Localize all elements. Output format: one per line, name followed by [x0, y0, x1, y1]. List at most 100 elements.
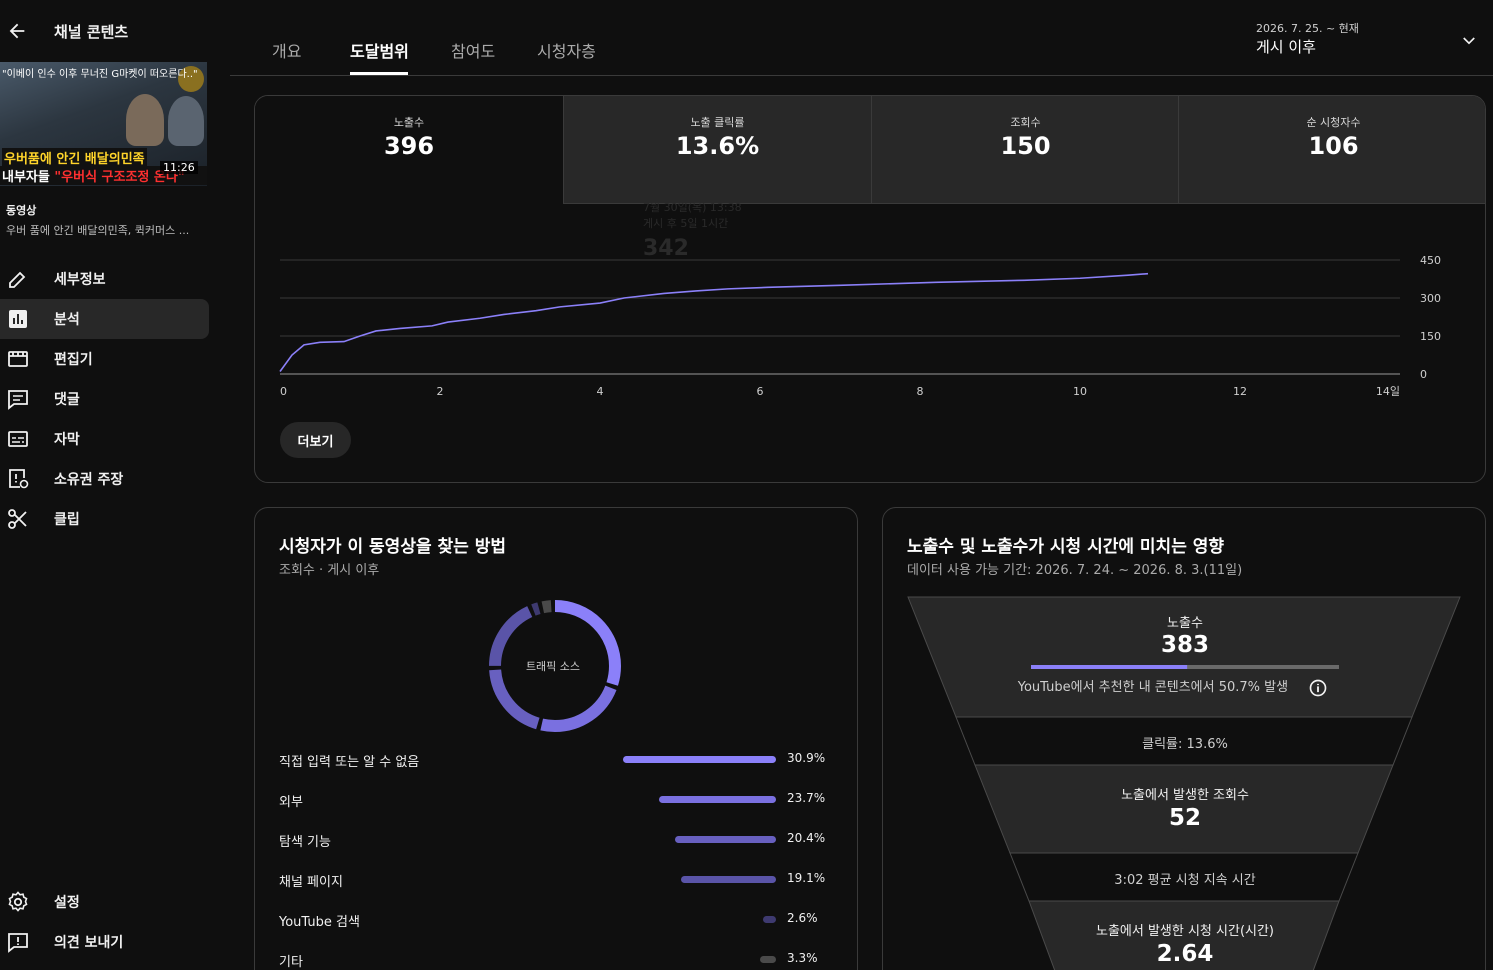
- y-tick-label: 450: [1420, 254, 1441, 267]
- card-subtitle: 조회수 · 게시 이후: [279, 563, 380, 578]
- traffic-source-row[interactable]: 직접 입력 또는 알 수 없음 30.9%: [279, 751, 839, 771]
- video-thumbnail[interactable]: "이베이 인수 이후 무너진 G마켓이 떠오른다.." 우버품에 안긴 배달의민…: [0, 62, 207, 186]
- pencil-icon: [9, 271, 26, 288]
- thumbnail-banner-line1: 우버품에 안긴 배달의민족: [2, 148, 147, 167]
- sidebar-item-clips[interactable]: 클립: [0, 499, 209, 539]
- editor-icon: [8, 351, 28, 367]
- traffic-source-label: 외부: [279, 795, 303, 810]
- funnel-avg-duration: 3:02 평균 시청 지속 시간: [1114, 873, 1256, 888]
- video-title: 우버 품에 안긴 배달의민족, 퀵커머스 ...: [6, 224, 190, 237]
- gear-icon: [8, 891, 28, 912]
- tab-audience[interactable]: 시청자층: [537, 38, 596, 62]
- sidebar-item-label: 클립: [54, 512, 80, 528]
- feedback-icon: [8, 933, 28, 953]
- y-tick-label: 150: [1420, 330, 1441, 343]
- studio-app: 채널 콘텐츠 "이베이 인수 이후 무너진 G마켓이 떠오른다.." 우버품에 …: [0, 0, 1493, 970]
- traffic-source-bar: [674, 836, 776, 843]
- sidebar-item-comments[interactable]: 댓글: [0, 379, 209, 419]
- funnel-views-label: 노출에서 발생한 조회수: [1121, 788, 1249, 803]
- sidebar-item-details[interactable]: 세부정보: [0, 259, 209, 299]
- funnel-watch-value: 2.64: [1156, 941, 1214, 967]
- comment-icon: [8, 390, 28, 410]
- sidebar-item-label: 분석: [54, 312, 80, 328]
- scissors-icon: [8, 509, 27, 529]
- traffic-source-bar: [681, 876, 776, 883]
- impressions-funnel-card: 노출수 및 노출수가 시청 시간에 미치는 영향 데이터 사용 가능 기간: 2…: [882, 507, 1486, 970]
- tab-engagement[interactable]: 참여도: [451, 38, 495, 62]
- traffic-source-label: 탐색 기능: [279, 835, 331, 850]
- more-button[interactable]: 더보기: [280, 422, 351, 458]
- traffic-source-label: YouTube 검색: [279, 915, 360, 930]
- info-icon[interactable]: [1308, 678, 1328, 698]
- back-button[interactable]: [6, 20, 28, 42]
- traffic-source-row[interactable]: 기타 3.3%: [279, 951, 839, 970]
- sidebar-item-label: 자막: [54, 432, 80, 448]
- sidebar-item-feedback[interactable]: 의견 보내기: [0, 922, 209, 962]
- reach-card: 노출수 396 노출 클릭률 13.6% 조회수 150 순 시청자수 106 …: [254, 95, 1486, 483]
- sidebar-item-analytics[interactable]: 분석: [0, 299, 209, 339]
- sidebar: 채널 콘텐츠 "이베이 인수 이후 무너진 G마켓이 떠오른다.." 우버품에 …: [0, 0, 218, 970]
- funnel-ctr-text: 클릭률: 13.6%: [1142, 737, 1228, 752]
- x-tick-label: 2: [437, 385, 444, 398]
- sidebar-item-subtitles[interactable]: 자막: [0, 419, 209, 459]
- traffic-source-card: 시청자가 이 동영상을 찾는 방법 조회수 · 게시 이후 트래픽 소스 직접 …: [254, 507, 858, 970]
- funnel-recommended-text: YouTube에서 추천한 내 콘텐츠에서 50.7% 발생: [883, 676, 1463, 698]
- thumbnail-caption: "이베이 인수 이후 무너진 G마켓이 떠오른다..": [2, 69, 198, 80]
- video-label: 동영상: [6, 204, 37, 217]
- funnel-watch-label: 노출에서 발생한 시청 시간(시간): [1095, 924, 1275, 939]
- traffic-source-row[interactable]: 탐색 기능 20.4%: [279, 831, 839, 851]
- donut-center-label: 트래픽 소스: [525, 660, 581, 673]
- x-tick-label: 6: [757, 385, 764, 398]
- x-tick-label: 8: [917, 385, 924, 398]
- impressions-line-chart[interactable]: 0 150 300 450 0 2 4 6 8 10 12 14일: [255, 96, 1486, 416]
- y-tick-label: 0: [1420, 368, 1427, 381]
- traffic-source-percent: 3.3%: [787, 951, 818, 965]
- traffic-source-row[interactable]: YouTube 검색 2.6%: [279, 911, 839, 931]
- thumbnail-person: [168, 96, 204, 146]
- back-arrow-icon[interactable]: [6, 20, 28, 42]
- traffic-source-percent: 19.1%: [787, 871, 826, 885]
- traffic-source-percent: 30.9%: [787, 751, 826, 765]
- sidebar-item-copyright[interactable]: 소유권 주장: [0, 459, 209, 499]
- traffic-source-bar: [763, 916, 776, 923]
- x-tick-label: 14일: [1376, 384, 1400, 398]
- y-tick-label: 300: [1420, 292, 1441, 305]
- traffic-source-row[interactable]: 채널 페이지 19.1%: [279, 871, 839, 891]
- x-tick-label: 4: [597, 385, 604, 398]
- x-tick-label: 10: [1073, 385, 1087, 398]
- traffic-source-bar: [623, 756, 776, 763]
- copyright-claim-icon: [9, 469, 29, 489]
- tab-reach[interactable]: 도달범위: [350, 38, 409, 62]
- date-range[interactable]: 2026. 7. 25. ~ 현재: [1256, 20, 1359, 36]
- traffic-source-bar: [759, 956, 776, 963]
- video-duration: 11:26: [160, 161, 198, 174]
- impressions-series-line: [279, 272, 1149, 372]
- traffic-source-label: 직접 입력 또는 알 수 없음: [279, 755, 420, 770]
- sidebar-item-settings[interactable]: 설정: [0, 882, 209, 922]
- active-tab-indicator: [350, 72, 408, 75]
- chevron-down-icon[interactable]: [1460, 32, 1478, 50]
- sidebar-item-label: 댓글: [54, 392, 80, 408]
- date-range-label[interactable]: 게시 이후: [1256, 36, 1316, 57]
- recommended-text: YouTube에서 추천한 내 콘텐츠에서 50.7% 발생: [1017, 680, 1289, 695]
- sidebar-item-label: 세부정보: [54, 272, 106, 288]
- traffic-source-label: 채널 페이지: [279, 875, 343, 890]
- tab-overview[interactable]: 개요: [272, 38, 301, 62]
- traffic-source-percent: 2.6%: [787, 911, 818, 925]
- traffic-source-label: 기타: [279, 955, 303, 970]
- thumbnail-banner-white: 내부자들: [2, 170, 50, 185]
- sidebar-item-label: 소유권 주장: [54, 472, 124, 488]
- traffic-source-percent: 23.7%: [787, 791, 826, 805]
- recommended-bar-fill: [1031, 665, 1188, 669]
- x-tick-label: 12: [1233, 385, 1247, 398]
- thumbnail-person: [126, 94, 164, 146]
- card-title: 시청자가 이 동영상을 찾는 방법: [279, 537, 506, 557]
- sidebar-item-label: 의견 보내기: [54, 935, 124, 951]
- sidebar-item-editor[interactable]: 편집기: [0, 339, 209, 379]
- analytics-icon: [9, 310, 27, 328]
- funnel-impressions-value: 383: [1160, 632, 1209, 658]
- traffic-source-row[interactable]: 외부 23.7%: [279, 791, 839, 811]
- sidebar-item-label: 설정: [54, 895, 80, 911]
- traffic-source-percent: 20.4%: [787, 831, 826, 845]
- x-tick-label: 0: [280, 385, 287, 398]
